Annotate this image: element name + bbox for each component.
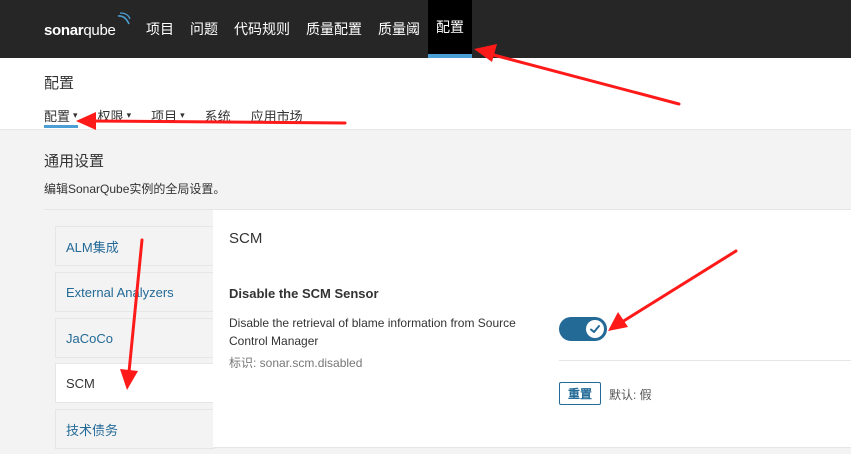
setting-name: Disable the SCM Sensor — [229, 286, 379, 301]
main-nav: 项目 问题 代码规则 质量配置 质量阈 配置 — [138, 0, 472, 58]
settings-panel: SCM Disable the SCM Sensor Disable the r… — [213, 210, 851, 448]
category-technical-debt[interactable]: 技术债务 — [55, 409, 215, 449]
nav-item-projects[interactable]: 项目 — [138, 0, 182, 58]
subnav-security[interactable]: 权限 ▾ — [98, 106, 132, 128]
nav-item-rules[interactable]: 代码规则 — [226, 0, 298, 58]
category-scm[interactable]: SCM — [55, 363, 215, 403]
nav-item-quality-profiles[interactable]: 质量配置 — [298, 0, 370, 58]
subnav-configuration[interactable]: 配置 ▾ — [44, 106, 78, 128]
panel-title: SCM — [229, 230, 263, 247]
setting-key: 标识: sonar.scm.disabled — [229, 356, 363, 370]
top-navigation-bar: sonarqube 项目 问题 代码规则 质量配置 质量阈 配置 — [0, 0, 851, 58]
caret-down-icon: ▾ — [180, 110, 185, 120]
nav-item-quality-gates[interactable]: 质量阈 — [370, 0, 428, 58]
scm-disabled-toggle[interactable] — [559, 317, 607, 341]
reset-button[interactable]: 重置 — [559, 382, 601, 405]
page-title: 配置 — [44, 75, 75, 92]
default-value: 默认: 假 — [609, 388, 652, 402]
arrow-to-admin-nav — [488, 52, 681, 106]
nav-item-administration[interactable]: 配置 — [428, 0, 472, 58]
subnav-system[interactable]: 系统 — [205, 106, 231, 128]
general-settings-title: 通用设置 — [44, 153, 105, 170]
subnav-marketplace[interactable]: 应用市场 — [251, 106, 303, 128]
subnav-projects[interactable]: 项目 ▾ — [151, 106, 185, 128]
setting-description: Disable the retrieval of blame informati… — [229, 316, 516, 348]
general-settings-description: 编辑SonarQube实例的全局设置。 — [44, 182, 226, 196]
checkmark-icon — [590, 325, 600, 333]
caret-down-icon: ▾ — [126, 110, 132, 120]
category-external-analyzers[interactable]: External Analyzers — [55, 272, 215, 312]
setting-separator — [559, 360, 851, 361]
toggle-knob — [586, 320, 604, 338]
category-jacoco[interactable]: JaCoCo — [55, 318, 215, 358]
admin-subnav: 配置 ▾ 权限 ▾ 项目 ▾ 系统 应用市场 — [44, 106, 323, 128]
caret-down-icon: ▾ — [73, 110, 78, 120]
logo-wordmark: sonarqube — [44, 21, 116, 39]
sonarqube-logo-icon — [117, 12, 131, 25]
nav-item-issues[interactable]: 问题 — [182, 0, 226, 58]
sonarqube-logo[interactable]: sonarqube — [44, 12, 131, 42]
category-alm-integration[interactable]: ALM集成 — [55, 226, 215, 266]
